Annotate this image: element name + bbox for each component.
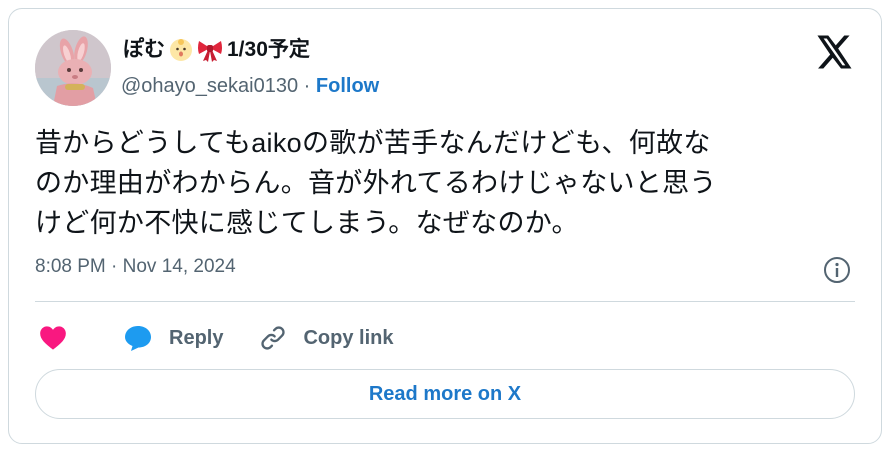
tweet-text-line: のか理由がわからん。音が外れてるわけじゃないと思う [35, 168, 717, 198]
copy-link-label: Copy link [303, 326, 394, 349]
heart-icon [39, 325, 67, 351]
reply-button[interactable]: Reply [123, 324, 223, 352]
author-display-name: ぽむ [123, 38, 165, 61]
read-more-button[interactable]: Read more on X [35, 369, 855, 419]
copy-link-button[interactable]: Copy link [259, 324, 393, 352]
avatar-image [35, 30, 111, 106]
author-name-suffix: 1/30予定 [227, 38, 310, 61]
follow-link[interactable]: Follow [316, 75, 379, 97]
ribbon-emoji [197, 38, 223, 62]
tweet-text-line: けど何か不快に感じてしまう。なぜなのか。 [35, 208, 579, 238]
link-icon [259, 324, 287, 352]
baby-chick-face-emoji [169, 38, 193, 62]
separator-dot: · [303, 75, 311, 97]
tweet-text-line: 昔からどうしてもaikoの歌が苦手なんだけども、何故な [35, 128, 711, 158]
tweet-text: 昔からどうしてもaikoの歌が苦手なんだけども、何故な のか理由がわからん。音が… [35, 123, 855, 243]
reply-label: Reply [169, 326, 224, 349]
info-icon[interactable] [823, 256, 851, 284]
divider [35, 301, 855, 302]
author-handle-row: @ohayo_sekai0130 · Follow [121, 73, 379, 99]
tweet-embed-card: ぽむ 1/30予定 @ohayo_sekai0130 · Follow 昔からど… [8, 8, 882, 444]
tweet-timestamp[interactable]: 8:08 PM · Nov 14, 2024 [35, 256, 236, 278]
avatar[interactable] [35, 30, 111, 106]
speech-bubble-icon [123, 324, 153, 352]
like-button[interactable] [39, 325, 67, 351]
tweet-actions: Reply Copy link [39, 320, 393, 356]
author-name-row[interactable]: ぽむ 1/30予定 [123, 37, 310, 63]
x-logo-icon[interactable] [817, 35, 853, 69]
author-handle[interactable]: @ohayo_sekai0130 [121, 75, 298, 97]
